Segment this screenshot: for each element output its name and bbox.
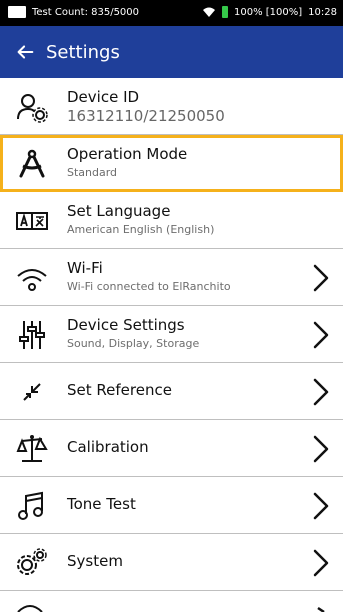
settings-item-operation-mode[interactable]: Operation Mode Standard [0,135,343,192]
battery-icon [222,6,228,18]
status-left: Test Count: 835/5000 [8,6,139,18]
settings-item-calibration[interactable]: Calibration [0,420,343,477]
balance-icon [16,435,48,462]
reference-arrows-icon [23,383,41,401]
set-language-label: Set Language [67,202,171,220]
device-settings-label: Device Settings [67,316,185,334]
battery-text: 100% [100%] [234,6,303,18]
partial-next-row [0,597,343,614]
language-icon [16,212,48,230]
sliders-icon [19,321,45,349]
device-status-icon [8,6,26,18]
settings-item-wifi[interactable]: Wi-Fi Wi-Fi connected to ElRanchito [0,249,343,306]
tone-test-label: Tone Test [67,495,136,513]
app-bar: Settings [0,26,343,78]
settings-item-device-settings[interactable]: Device Settings Sound, Display, Storage [0,306,343,363]
set-language-value: American English (English) [67,223,215,236]
set-reference-label: Set Reference [67,381,172,399]
settings-list: Device ID 16312110/21250050 Operation Mo… [0,78,343,591]
chevron-right-icon [313,549,329,577]
chevron-right-icon [313,435,329,463]
calibration-label: Calibration [67,438,149,456]
test-count-text: Test Count: 835/5000 [32,6,140,18]
chevron-right-icon [313,264,329,292]
system-label: System [67,552,123,570]
device-settings-value: Sound, Display, Storage [67,337,200,350]
wifi-value: Wi-Fi connected to ElRanchito [67,280,231,293]
device-id-label: Device ID [67,88,140,106]
wifi-small-icon [203,7,215,17]
chevron-right-icon [313,321,329,349]
settings-item-set-reference[interactable]: Set Reference [0,363,343,420]
chevron-right-icon [313,378,329,406]
back-arrow-icon[interactable] [14,41,36,63]
compass-icon [19,149,45,178]
gears-icon [17,548,47,575]
status-bar: Test Count: 835/5000 100% [100%] 10:28 [0,0,343,26]
chevron-right-icon [313,492,329,520]
operation-mode-label: Operation Mode [67,145,188,163]
settings-item-tone-test[interactable]: Tone Test [0,477,343,534]
settings-item-set-language[interactable]: Set Language American English (English) [0,192,343,249]
page-title: Settings [46,41,120,63]
wifi-icon [17,269,47,291]
clock-text: 10:28 [308,6,337,18]
wifi-label: Wi-Fi [67,259,103,277]
music-note-icon [18,491,43,520]
settings-item-device-id[interactable]: Device ID 16312110/21250050 [0,78,343,135]
operation-mode-value: Standard [67,166,118,179]
settings-item-system[interactable]: System [0,534,343,591]
status-right: 100% [100%] 10:28 [202,6,337,18]
device-id-value: 16312110/21250050 [67,107,225,125]
partial-row-icons [17,605,325,614]
user-gear-icon [17,94,48,123]
